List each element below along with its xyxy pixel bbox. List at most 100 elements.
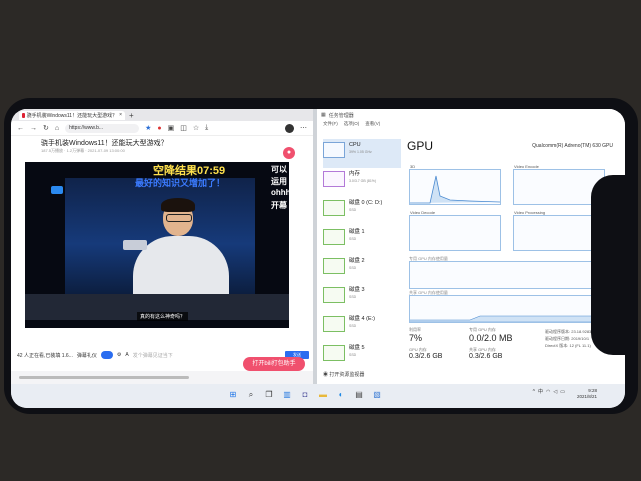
stat-gpu-memory: GPU 内存 0.3/2.6 GB — [409, 347, 442, 360]
share-button[interactable]: ● — [283, 147, 295, 159]
wifi-icon[interactable]: ◠ — [546, 389, 550, 395]
engine-label: Video Decode — [410, 210, 436, 215]
gpu-model: Qualcomm(R) Adreno(TM) 630 GPU — [532, 143, 613, 149]
star-icon[interactable]: ★ — [145, 124, 151, 132]
disk-mini-graph — [323, 258, 345, 274]
driver-version: 驱动程序版本: 23.18.9283.0 — [545, 329, 595, 335]
danmaku-text: 可以 — [271, 165, 287, 174]
gpu-panel: GPU Qualcomm(R) Adreno(TM) 630 GPU 3D Vi… — [407, 139, 617, 323]
clock-date: 2021/8/21 — [576, 394, 597, 399]
menu-view[interactable]: 查看(V) — [365, 121, 380, 130]
menu-file[interactable]: 文件(F) — [323, 121, 338, 130]
danmaku-settings-icon[interactable]: ⚙ — [117, 352, 121, 358]
danmaku-text: ohhh — [271, 188, 289, 197]
page-meta: 187.5万播放 · 1.2万弹幕 · 2021-07-09 13:00:00 — [41, 148, 125, 153]
open-app-button[interactable]: 打开bili打包助手 — [243, 357, 305, 371]
file-explorer-icon[interactable]: ▬ — [317, 389, 329, 401]
engine-3d-trace — [410, 175, 501, 204]
volume-icon[interactable]: ◁ — [553, 389, 557, 395]
shared-memory-trace — [410, 315, 605, 323]
perf-item-sub: SSD — [349, 353, 357, 357]
menu-options[interactable]: 选项(O) — [344, 121, 360, 130]
browser-toolbar: ← → ↻ ⌂ https://www.b... ★ ● ▣ ◫ ☆ ⤓ ⋯ — [11, 121, 313, 136]
perf-item-label: 磁盘 3 — [349, 287, 365, 293]
horizontal-scrollbar[interactable] — [19, 376, 189, 379]
perf-item-sub: SSD — [349, 208, 357, 212]
downloads-icon[interactable]: ⤓ — [205, 124, 208, 132]
disk-mini-graph — [323, 229, 345, 245]
reading-icon[interactable]: ◫ — [180, 124, 187, 132]
perf-item-label: 磁盘 5 — [349, 345, 365, 351]
perf-item-disk-5[interactable]: 磁盘 5 SSD — [323, 342, 401, 371]
perf-item-cpu[interactable]: CPU 39% 1.05 GHz — [323, 139, 401, 168]
danmaku-toggle[interactable] — [100, 351, 113, 359]
system-tray: ^ 中 ◠ ◁ ▭ — [533, 388, 565, 396]
perf-item-disk-3[interactable]: 磁盘 3 SSD — [323, 284, 401, 313]
resource-monitor-icon: ◉ — [323, 372, 329, 378]
driver-version-label: 驱动程序版本: — [545, 329, 571, 334]
video-player[interactable]: 空降结果07:59 最好的知识又增加了！ 真的有这么神奇吗？ 可以 运用 ohh… — [25, 162, 289, 328]
chevron-up-icon[interactable]: ^ — [533, 389, 535, 395]
battery-icon[interactable]: ▭ — [560, 389, 565, 395]
open-resource-monitor-link[interactable]: ◉ 打开资源监视器 — [323, 371, 364, 378]
disk-mini-graph — [323, 200, 345, 216]
browser-tab[interactable]: 骁手机装Windows11！还能玩大型游戏？ × — [19, 110, 125, 120]
task-manager-titlebar: ▦ 任务管理器 — [317, 109, 625, 121]
danmaku-etiquette-link[interactable]: 弹幕礼仪 — [77, 352, 97, 359]
collections-icon[interactable]: ▣ — [168, 124, 175, 132]
perf-item-disk-4[interactable]: 磁盘 4 (E:) SSD — [323, 313, 401, 342]
danmaku-style-icon[interactable]: A — [125, 352, 128, 358]
directx-label: DirectX 版本: — [545, 343, 569, 348]
video-person-hair — [161, 198, 195, 212]
perf-item-label: CPU — [349, 142, 361, 148]
perf-item-disk-1[interactable]: 磁盘 1 SSD — [323, 226, 401, 255]
engine-graph-video-decode[interactable]: Video Decode — [409, 210, 501, 251]
stat-value: 0.0/2.0 MB — [469, 333, 513, 343]
new-tab-icon[interactable]: + — [129, 111, 134, 120]
address-bar[interactable]: https://www.b... — [65, 123, 140, 133]
danmaku-input[interactable]: 发个弹幕见证当下 — [133, 352, 173, 359]
task-manager-window: ▦ 任务管理器 文件(F) 选项(O) 查看(V) CPU 39% 1.05 GH… — [317, 109, 625, 384]
stat-value: 0.3/2.6 GB — [409, 353, 443, 360]
task-manager-taskbar-icon[interactable]: ▧ — [371, 389, 383, 401]
taskbar: ⊞ ⌕ ❐ ▥ ◘ ▬ ◐ ▤ ▧ ^ 中 ◠ ◁ ▭ 9:28 2021/8/… — [11, 384, 625, 408]
engine-label: Video Processing — [514, 210, 546, 215]
shared-memory-graph: 共享 GPU 内存使用量 — [409, 290, 605, 323]
forward-icon[interactable]: → — [30, 125, 37, 132]
back-icon[interactable]: ← — [17, 125, 24, 132]
favorites-icon[interactable]: ☆ — [193, 124, 199, 132]
video-subtitle-text: 最好的知识又增加了！ — [135, 178, 226, 188]
engine-label: Video Encode — [514, 164, 539, 169]
danmaku-text: 开幕 — [271, 201, 287, 210]
perf-item-label: 磁盘 4 (E:) — [349, 316, 375, 322]
disk-mini-graph — [323, 316, 345, 332]
task-view-icon[interactable]: ❐ — [263, 389, 275, 401]
performance-sidebar: CPU 39% 1.05 GHz 内存 3.0/3.7 GB (81%) 磁盘 0 … — [323, 139, 401, 371]
chat-icon[interactable]: ◘ — [299, 389, 311, 401]
perf-item-label: 磁盘 1 — [349, 229, 365, 235]
search-icon[interactable]: ⌕ — [245, 389, 257, 401]
widgets-icon[interactable]: ▥ — [281, 389, 293, 401]
engine-graph-3d[interactable]: 3D — [409, 164, 501, 205]
start-icon[interactable]: ⊞ — [227, 389, 239, 401]
store-icon[interactable]: ▤ — [353, 389, 365, 401]
device-screen: 骁手机装Windows11！还能玩大型游戏？ × + ← → ↻ ⌂ https… — [11, 109, 625, 408]
perf-item-memory[interactable]: 内存 3.0/3.7 GB (81%) — [323, 168, 401, 197]
memory-mini-graph — [323, 171, 345, 187]
more-icon[interactable]: ⋯ — [300, 124, 307, 132]
video-person-glasses — [166, 214, 192, 222]
refresh-icon[interactable]: ↻ — [43, 124, 49, 132]
perf-item-disk-0[interactable]: 磁盘 0 (C: D:) SSD — [323, 197, 401, 226]
perf-item-disk-2[interactable]: 磁盘 2 SSD — [323, 255, 401, 284]
perf-item-sub: SSD — [349, 295, 357, 299]
profile-avatar[interactable] — [285, 123, 294, 133]
language-indicator[interactable]: 中 — [538, 388, 543, 395]
taskbar-apps: ⊞ ⌕ ❐ ▥ ◘ ▬ ◐ ▤ ▧ — [227, 389, 383, 401]
edge-icon[interactable]: ◐ — [335, 389, 347, 401]
close-tab-icon[interactable]: × — [119, 112, 122, 118]
disk-mini-graph — [323, 345, 345, 361]
taskbar-clock[interactable]: 9:28 2021/8/21 — [577, 388, 597, 400]
extension-icon[interactable]: ● — [157, 125, 161, 132]
graph-label: 专用 GPU 内存使用量 — [409, 256, 448, 261]
home-icon[interactable]: ⌂ — [55, 125, 59, 132]
